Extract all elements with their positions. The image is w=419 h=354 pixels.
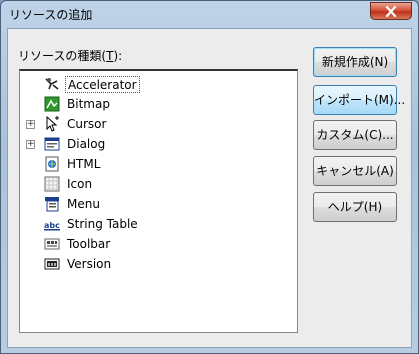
version-icon <box>44 256 60 272</box>
icon-resource-icon <box>44 176 60 192</box>
resource-type-label: リソースの種類(T): <box>18 49 123 63</box>
tree-item-label: Icon <box>67 176 93 191</box>
svg-text:abc: abc <box>44 221 60 230</box>
tree-item-label: Version <box>67 256 112 271</box>
expand-icon[interactable]: + <box>26 139 35 149</box>
dialog-icon <box>44 136 60 152</box>
cancel-button[interactable]: キャンセル(A) <box>313 156 397 186</box>
string-table-icon: abc <box>44 216 60 232</box>
html-icon <box>44 156 60 172</box>
import-button[interactable]: インポート(M)... <box>313 85 405 115</box>
window-title: リソースの追加 <box>9 8 93 22</box>
menu-icon <box>44 196 60 212</box>
custom-button[interactable]: カスタム(C)... <box>313 120 397 150</box>
tree-item-version[interactable]: Version <box>20 255 290 273</box>
tree-item-label: Menu <box>67 196 100 211</box>
tree-item-menu[interactable]: Menu <box>20 195 290 213</box>
resource-type-tree[interactable]: Accelerator Bitmap + Cursor + Dialog HTM… <box>19 69 298 333</box>
accelerator-icon <box>44 76 60 92</box>
close-button[interactable] <box>370 2 412 20</box>
tree-item-string-table[interactable]: abc String Table <box>20 215 290 233</box>
help-button[interactable]: ヘルプ(H) <box>313 192 397 222</box>
tree-item-toolbar[interactable]: Toolbar <box>20 235 290 253</box>
tree-item-accelerator[interactable]: Accelerator <box>20 75 290 93</box>
tree-item-dialog[interactable]: + Dialog <box>20 135 290 153</box>
tree-item-label: String Table <box>67 216 138 231</box>
tree-item-html[interactable]: HTML <box>20 155 290 173</box>
toolbar-icon <box>44 236 60 252</box>
tree-item-label: Bitmap <box>67 96 110 111</box>
tree-item-label: Accelerator <box>65 75 140 93</box>
tree-item-cursor[interactable]: + Cursor <box>20 115 290 133</box>
tree-item-icon[interactable]: Icon <box>20 175 290 193</box>
close-icon <box>385 5 397 17</box>
add-resource-dialog: リソースの追加 リソースの種類(T): Accelerator Bitmap +… <box>0 0 419 354</box>
title-bar[interactable]: リソースの追加 <box>1 1 418 27</box>
tree-item-label: Toolbar <box>67 236 111 251</box>
cursor-icon <box>44 115 60 132</box>
tree-item-bitmap[interactable]: Bitmap <box>20 95 290 113</box>
tree-item-label: Dialog <box>67 136 106 151</box>
expand-icon[interactable]: + <box>26 119 35 129</box>
new-button[interactable]: 新規作成(N) <box>313 47 397 77</box>
bitmap-icon <box>44 96 60 112</box>
tree-item-label: HTML <box>67 156 101 171</box>
tree-item-label: Cursor <box>67 116 107 131</box>
dialog-client-area: リソースの種類(T): Accelerator Bitmap + Cursor … <box>7 28 412 348</box>
